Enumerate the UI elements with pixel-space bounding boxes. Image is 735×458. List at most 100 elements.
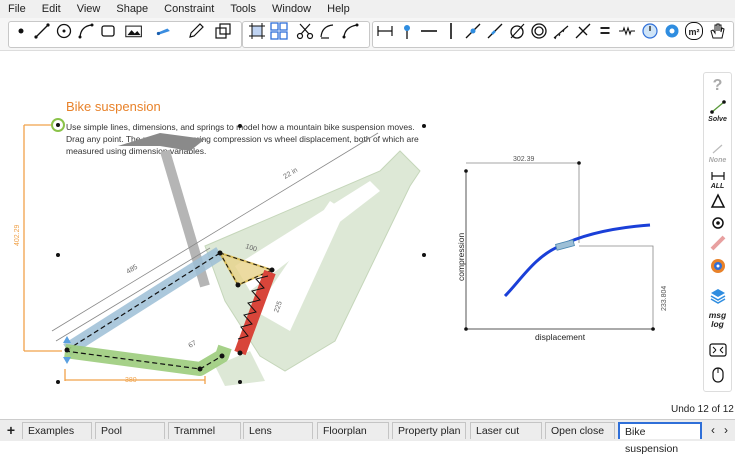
tangent-tool-icon[interactable] xyxy=(319,22,337,40)
parallel-tool-icon[interactable] xyxy=(486,22,504,40)
target-icon xyxy=(711,217,724,229)
right-sidebar: ? Solve None ALL msg log xyxy=(703,72,732,392)
menu-bar: File Edit View Shape Constraint Tools Wi… xyxy=(0,0,735,18)
eraser-button[interactable] xyxy=(704,235,731,253)
mouse-icon xyxy=(711,367,724,383)
plot-curve xyxy=(503,223,651,298)
grid-tool-icon[interactable] xyxy=(270,22,288,40)
add-tab-button[interactable]: + xyxy=(3,422,19,439)
menu-file[interactable]: File xyxy=(0,0,34,18)
solve-icon xyxy=(709,100,726,114)
mouse-button[interactable] xyxy=(704,365,731,385)
point-tool-icon[interactable] xyxy=(12,22,30,40)
tab-floorplan[interactable]: Floorplan xyxy=(317,422,389,439)
tab-trammel[interactable]: Trammel xyxy=(168,422,241,439)
hand-tool-icon[interactable] xyxy=(708,22,726,40)
dartboard-button[interactable] xyxy=(704,257,731,277)
plot-xlabel: displacement xyxy=(535,332,586,342)
resize-tool-icon[interactable] xyxy=(248,22,266,40)
tab-examples[interactable]: Examples xyxy=(22,422,92,439)
tab-lens[interactable]: Lens xyxy=(243,422,313,439)
none-label: None xyxy=(708,157,727,164)
eraser-icon xyxy=(710,235,725,251)
dim-485-label: 485 xyxy=(125,264,139,276)
plot-axes xyxy=(465,171,655,330)
tab-pool[interactable]: Pool xyxy=(95,422,165,439)
dartboard-icon xyxy=(710,259,725,273)
dim-380-label: 380 xyxy=(125,377,137,384)
dim-22in-label: 22 in xyxy=(282,167,299,181)
scissors-tool-icon[interactable] xyxy=(296,22,314,40)
tab-property-plan[interactable]: Property plan xyxy=(392,422,466,439)
pin-tool-icon[interactable] xyxy=(398,22,416,40)
plot-pencil-marker[interactable] xyxy=(555,239,575,251)
triangle-icon xyxy=(710,193,725,208)
msg-log-button[interactable]: msg log xyxy=(704,311,731,329)
gear-tool-icon[interactable] xyxy=(663,22,681,40)
tab-open-close[interactable]: Open close xyxy=(545,422,615,439)
menu-help[interactable]: Help xyxy=(319,0,358,18)
tab-next-icon[interactable]: › xyxy=(720,422,732,439)
tab-bike-suspension[interactable]: Bike suspension xyxy=(618,422,702,455)
pencil-tool-icon[interactable] xyxy=(187,22,205,40)
equal-tool-icon[interactable]: = xyxy=(596,22,614,40)
layers-button[interactable] xyxy=(704,287,731,307)
spring-tool-icon[interactable] xyxy=(618,22,636,40)
none-icon xyxy=(712,144,722,154)
perpendicular-tool-icon[interactable] xyxy=(574,22,592,40)
text-tool-icon[interactable] xyxy=(214,22,232,40)
ground-tool-icon[interactable] xyxy=(552,22,570,40)
all-dimension-icon xyxy=(710,172,725,180)
fullscreen-icon xyxy=(708,343,727,357)
concentric-tool-icon[interactable] xyxy=(530,22,548,40)
bike-frame-image xyxy=(118,133,421,386)
plot-top-dim-label: 302.39 xyxy=(513,156,535,163)
drawing-canvas[interactable]: Bike suspension Use simple lines, dimens… xyxy=(0,51,700,400)
menu-window[interactable]: Window xyxy=(264,0,319,18)
solve-button[interactable]: Solve xyxy=(704,100,731,123)
plot-right-dim-label: 233.804 xyxy=(661,286,668,311)
menu-constraint[interactable]: Constraint xyxy=(156,0,222,18)
horizontal-tool-icon[interactable] xyxy=(420,22,438,40)
triangle-button[interactable] xyxy=(704,193,731,211)
menu-edit[interactable]: Edit xyxy=(34,0,69,18)
blue-link-dash xyxy=(66,252,221,351)
curve-tool-icon[interactable] xyxy=(342,22,360,40)
plot-top-dimension xyxy=(466,162,580,243)
tab-bar: + Examples Pool Trammel Lens Floorplan P… xyxy=(0,419,735,455)
vertical-tool-icon[interactable] xyxy=(442,22,460,40)
fullscreen-button[interactable] xyxy=(704,343,731,359)
all-button[interactable]: ALL xyxy=(704,171,731,190)
undo-status: Undo 12 of 12 xyxy=(671,404,734,415)
image-tool-icon[interactable] xyxy=(125,22,147,40)
menu-shape[interactable]: Shape xyxy=(108,0,156,18)
arc-tool-icon[interactable] xyxy=(77,22,95,40)
circle-tool-icon[interactable] xyxy=(55,22,73,40)
compression-plot: 302.39 233.804 displacement compression xyxy=(456,156,668,342)
dimension-tool-icon[interactable] xyxy=(376,22,394,40)
menu-tools[interactable]: Tools xyxy=(222,0,264,18)
tab-prev-icon[interactable]: ‹ xyxy=(707,422,719,439)
dim-vertical-label: 402.29 xyxy=(14,224,21,246)
all-label: ALL xyxy=(710,183,725,190)
help-button[interactable]: ? xyxy=(704,77,731,95)
angle-tool-icon[interactable] xyxy=(464,22,482,40)
tab-laser-cut[interactable]: Laser cut xyxy=(470,422,542,439)
dim-67-label: 67 xyxy=(188,340,198,350)
vertical-orange-dimension xyxy=(23,124,62,352)
circle-fix-tool-icon[interactable] xyxy=(508,22,526,40)
line-tool-icon[interactable] xyxy=(33,22,51,40)
rect-tool-icon[interactable] xyxy=(99,22,117,40)
clock-tool-icon[interactable] xyxy=(641,22,659,40)
dim-485-line xyxy=(55,247,211,342)
none-button[interactable]: None xyxy=(704,143,731,164)
pen-tool-icon[interactable] xyxy=(156,22,178,40)
plot-right-dimension xyxy=(579,245,654,329)
menu-view[interactable]: View xyxy=(69,0,109,18)
area-tool-icon[interactable]: m² xyxy=(685,22,703,40)
plot-ylabel: compression xyxy=(456,233,466,281)
target-button[interactable] xyxy=(704,215,731,233)
green-link[interactable] xyxy=(64,344,232,376)
layers-icon xyxy=(710,289,725,304)
solve-label: Solve xyxy=(708,116,727,123)
